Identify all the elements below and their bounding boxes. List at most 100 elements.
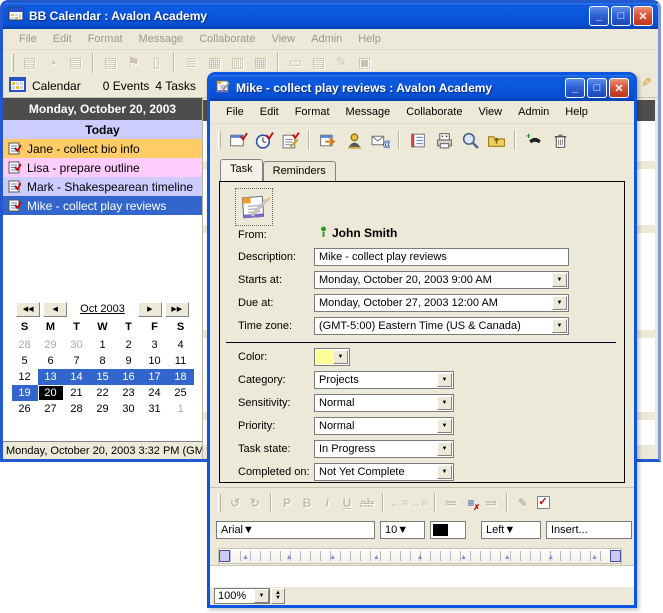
tab-stop-marker[interactable]: ▲ [417,554,424,561]
calendar-day[interactable]: 1 [90,337,116,353]
calendar-day[interactable]: 18 [168,369,194,385]
close-button[interactable]: ✕ [633,6,653,26]
minimize-button[interactable]: _ [589,6,609,26]
tab-stop-marker[interactable]: ▲ [242,554,249,561]
align-select[interactable]: Left▼ [481,521,541,539]
dialog-menu-item[interactable]: Help [557,104,596,120]
dialog-menu-item[interactable]: Format [287,104,338,120]
right-margin-marker[interactable] [610,550,621,562]
dropdown-arrow-icon[interactable]: ▼ [437,396,452,410]
delete-icon[interactable] [547,128,573,152]
calendar-day[interactable]: 8 [90,353,116,369]
task-item[interactable]: Jane - collect bio info [3,139,202,158]
forward-item-icon[interactable] [315,128,341,152]
dropdown-arrow-icon[interactable]: ▼ [504,524,515,536]
next-year-button[interactable]: ▶▶ [165,302,189,317]
dropdown-arrow-icon[interactable]: ▼ [397,524,408,536]
calendar-day[interactable]: 30 [64,337,90,353]
toolbar-grip[interactable] [11,54,14,72]
maximize-button[interactable]: □ [611,6,631,26]
tab-stop-marker[interactable]: ▲ [286,554,293,561]
dropdown-arrow-icon[interactable]: ▼ [437,465,452,479]
main-menu-item[interactable]: Message [131,31,192,47]
main-menu-item[interactable]: Format [80,31,131,47]
editor-ruler[interactable]: ▲▲▲▲▲▲▲▲▲ [218,548,622,564]
calendar-day[interactable]: 23 [116,385,142,401]
font-name-select[interactable]: Arial▼ [216,521,375,539]
dialog-maximize-button[interactable]: □ [587,78,607,98]
dropdown-arrow-icon[interactable]: ▼ [552,319,567,333]
dropdown-arrow-icon[interactable]: ▼ [243,524,254,536]
calendar-day[interactable]: 31 [142,401,168,417]
calendar-day[interactable]: 24 [142,385,168,401]
checklist-icon[interactable]: ≡✗ [461,493,481,513]
calendar-day[interactable]: 9 [116,353,142,369]
task-state-select[interactable]: In Progress▼ [314,440,454,458]
calendar-day[interactable]: 1 [168,401,194,417]
calendar-day[interactable]: 6 [38,353,64,369]
left-margin-marker[interactable] [219,550,230,562]
prev-year-button[interactable]: ◀◀ [16,302,40,317]
calendar-day[interactable]: 28 [12,337,38,353]
tab-stop-marker[interactable]: ▲ [329,554,336,561]
toolbar-grip[interactable] [218,131,221,149]
insert-select[interactable]: Insert... [546,521,632,539]
dialog-menu-item[interactable]: Message [338,104,399,120]
category-select[interactable]: Projects▼ [314,371,454,389]
tab-task[interactable]: Task [220,159,263,181]
dialog-menu-item[interactable]: Edit [252,104,287,120]
main-menu-item[interactable]: Collaborate [191,31,263,47]
calendar-day[interactable]: 30 [116,401,142,417]
dialog-menu-item[interactable]: Admin [510,104,557,120]
calendar-day[interactable]: 28 [64,401,90,417]
dialog-minimize-button[interactable]: _ [565,78,585,98]
main-menu-item[interactable]: Admin [303,31,350,47]
calendar-day[interactable]: 4 [168,337,194,353]
find-icon[interactable] [457,128,483,152]
dialog-menu-item[interactable]: Collaborate [398,104,470,120]
priority-select[interactable]: Normal▼ [314,417,454,435]
dropdown-arrow-icon[interactable]: ▼ [437,373,452,387]
memo-icon[interactable] [405,128,431,152]
calendar-day[interactable]: 21 [64,385,90,401]
spellcheck-icon[interactable]: ✓ [533,493,553,513]
calendar-day[interactable]: 12 [12,369,38,385]
task-note-icon[interactable] [236,189,272,225]
calendar-day[interactable]: 25 [168,385,194,401]
contact-icon[interactable] [341,128,367,152]
calendar-view-icon[interactable] [9,77,26,95]
file-in-folder-icon[interactable] [483,128,509,152]
dropdown-arrow-icon[interactable]: ▼ [552,296,567,310]
send-mail-icon[interactable]: @ [367,128,393,152]
calendar-day[interactable]: 17 [142,369,168,385]
edit-pencil-icon[interactable]: ✎ [641,75,652,91]
calendar-day[interactable]: 26 [12,401,38,417]
dropdown-arrow-icon[interactable]: ▼ [437,442,452,456]
dropdown-arrow-icon[interactable]: ▼ [333,350,348,364]
font-size-select[interactable]: 10▼ [380,521,425,539]
view-label[interactable]: Calendar [32,79,81,93]
completed-on-select[interactable]: Not Yet Complete▼ [314,463,454,481]
calendar-day[interactable]: 16 [116,369,142,385]
new-timed-task-icon[interactable] [251,128,277,152]
print-icon[interactable] [431,128,457,152]
main-menu-item[interactable]: View [263,31,303,47]
calendar-day[interactable]: 14 [64,369,90,385]
dialog-menu-item[interactable]: File [218,104,252,120]
calendar-day[interactable]: 10 [142,353,168,369]
main-menu-item[interactable]: Edit [45,31,80,47]
calendar-day[interactable]: 5 [12,353,38,369]
tab-stop-marker[interactable]: ▲ [591,554,598,561]
month-label[interactable]: Oct 2003 [80,303,125,315]
calendar-day[interactable]: 19 [12,385,38,401]
color-select[interactable]: ▼ [314,348,350,366]
dropdown-arrow-icon[interactable]: ▼ [437,419,452,433]
calendar-day[interactable]: 3 [142,337,168,353]
calendar-day[interactable]: 29 [90,401,116,417]
calendar-day[interactable]: 22 [90,385,116,401]
tab-stop-marker[interactable]: ▲ [373,554,380,561]
task-item-selected[interactable]: Mike - collect play reviews [3,196,202,215]
starts-at-select[interactable]: Monday, October 20, 2003 9:00 AM▼ [314,271,569,289]
new-task-icon[interactable] [277,128,303,152]
calendar-day[interactable]: 15 [90,369,116,385]
